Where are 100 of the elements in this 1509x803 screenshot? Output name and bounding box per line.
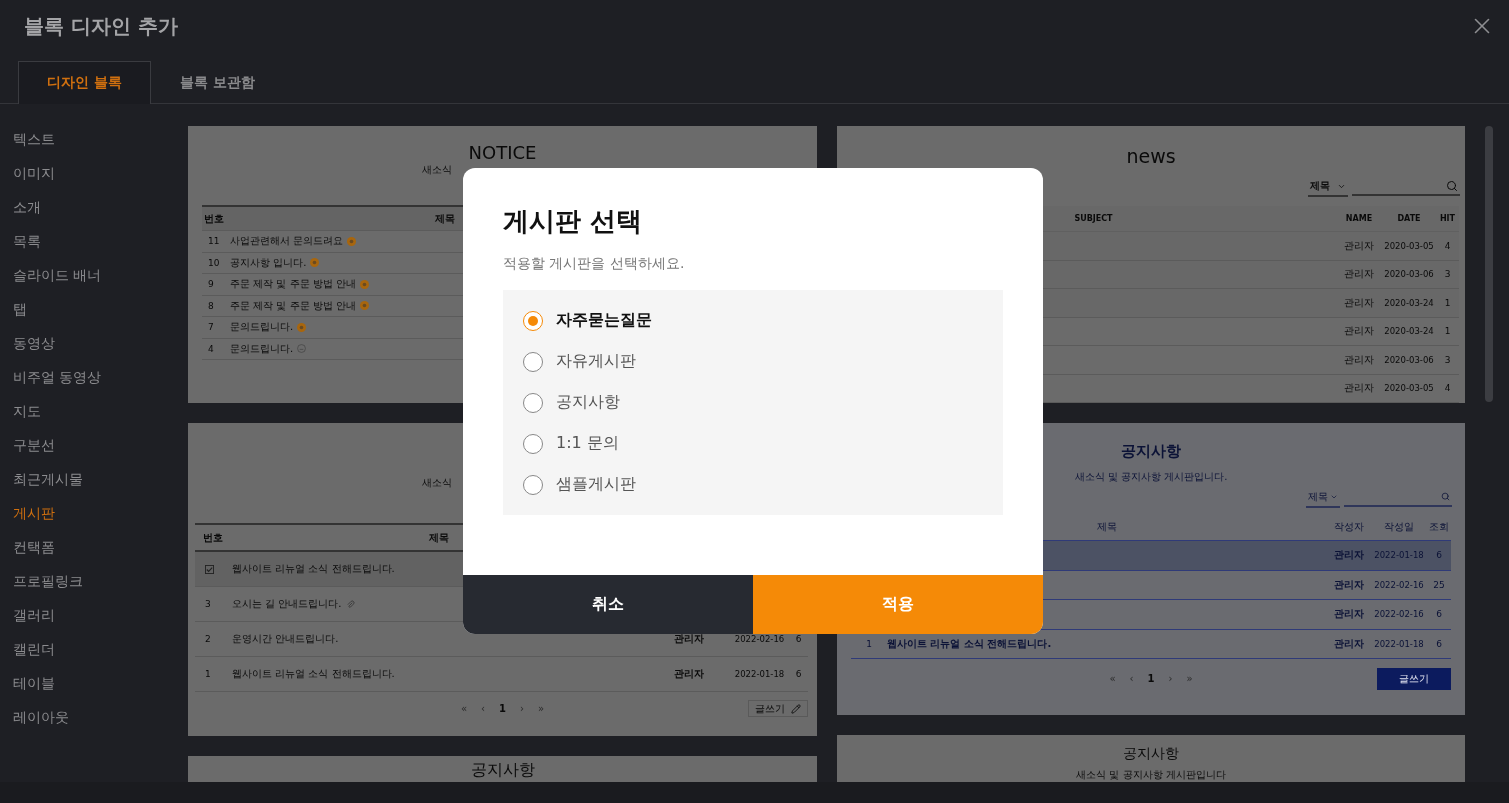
page-link[interactable]: › (520, 703, 524, 714)
radio-button[interactable] (523, 433, 543, 454)
table-cell: 관리자 (1344, 324, 1374, 339)
sidebar-item[interactable]: 갤러리 (13, 599, 55, 633)
table-cell: 문의드립니다. (230, 320, 294, 335)
write-button[interactable]: 글쓰기 (748, 700, 808, 717)
table-cell: 3 (205, 599, 211, 609)
tab[interactable]: 블록 보관함 (150, 61, 284, 104)
sidebar-item[interactable]: 최근게시물 (13, 463, 83, 497)
table-cell: 관리자 (1344, 267, 1374, 282)
board-subtitle: 새소식 및 공지사항 게시판입니다 (1076, 768, 1226, 782)
search-icon (1441, 492, 1450, 501)
board-subtitle: 새소식 및 공지사항 게시판입니다. (1074, 470, 1228, 484)
table-cell: 공지사항 입니다. (230, 255, 307, 270)
search-field[interactable] (1344, 490, 1452, 507)
pencil-icon (791, 703, 801, 714)
radio-button[interactable] (523, 392, 543, 413)
filter-select[interactable]: 제목 (1306, 490, 1340, 508)
table-cell: 관리자 (674, 667, 704, 681)
sidebar-item[interactable]: 레이아웃 (13, 701, 69, 735)
tab[interactable]: 디자인 블록 (18, 61, 151, 104)
column-header: 제목 (1097, 519, 1117, 534)
table-cell: 3 (1444, 269, 1451, 280)
sidebar-item[interactable]: 텍스트 (13, 123, 55, 157)
board-title: news (1126, 145, 1176, 167)
option-label[interactable]: 샘플게시판 (556, 474, 636, 495)
option-label[interactable]: 자유게시판 (556, 351, 636, 372)
page-link[interactable]: › (1168, 673, 1173, 684)
table-cell: 주문 제작 및 주문 방법 안내 (230, 298, 356, 313)
checkbox-icon (205, 564, 214, 574)
window-title: 블록 디자인 추가 (24, 12, 178, 40)
column-header: 조회 (1429, 519, 1449, 534)
sidebar-item[interactable]: 목록 (13, 225, 41, 259)
table-cell: 사업관련해서 문의드려요 (230, 234, 344, 249)
radio-button[interactable] (523, 474, 543, 495)
sidebar-item[interactable]: 탭 (13, 293, 27, 327)
table-cell: 2020-03-06 (1384, 354, 1434, 365)
sidebar-item[interactable]: 프로필링크 (13, 565, 83, 599)
table-cell: 관리자 (1334, 577, 1364, 592)
sidebar-item[interactable]: 동영상 (13, 327, 55, 361)
table-cell: 주문 제작 및 주문 방법 안내 (230, 277, 356, 292)
dialog-title: 게시판 선택 (503, 205, 643, 238)
sidebar-item[interactable]: 이미지 (13, 157, 55, 191)
table-cell: 웹사이트 리뉴얼 소식 전해드립니다. (232, 562, 395, 576)
table-cell: 1 (866, 638, 872, 649)
board-title: 공지사항 (470, 760, 535, 781)
write-button[interactable]: 글쓰기 (1377, 667, 1451, 690)
sidebar-item[interactable]: 컨택폼 (13, 531, 55, 565)
table-cell: 4 (1444, 383, 1451, 394)
column-header: DATE (1397, 214, 1421, 223)
page-link[interactable]: 1 (499, 703, 506, 714)
table-cell: 2 (205, 634, 211, 644)
board-subtitle: 새소식 (422, 163, 452, 177)
page-link[interactable]: 1 (1147, 673, 1155, 684)
table-cell: 오시는 길 안내드립니다. (232, 597, 342, 611)
table-cell: 2022-02-16 (1374, 579, 1424, 590)
table-cell: 관리자 (1344, 352, 1374, 367)
table-cell: 관리자 (1334, 636, 1364, 651)
page-link[interactable]: ‹ (1129, 673, 1134, 684)
table-cell: 2022-01-18 (734, 669, 785, 679)
table-cell: 관리자 (1334, 607, 1364, 622)
table-cell: 2020-03-06 (1384, 269, 1434, 280)
sidebar-item[interactable]: 테이블 (13, 667, 55, 701)
board-subtitle: 새소식 (422, 476, 452, 490)
filter-select[interactable]: 제목 (1308, 179, 1348, 197)
table-cell: 운영시간 안내드립니다. (232, 632, 339, 646)
table-cell: 4 (1444, 240, 1451, 251)
radio-button[interactable] (523, 310, 543, 331)
table-cell: 2020-03-24 (1384, 326, 1434, 337)
page-link[interactable]: ‹ (481, 703, 485, 714)
table-cell: 1 (1444, 297, 1451, 308)
table-cell: 11 (208, 236, 220, 247)
page-link[interactable]: « (1109, 673, 1116, 684)
table-cell: 25 (1433, 579, 1445, 590)
column-header: HIT (1439, 214, 1456, 223)
table-cell: 웹사이트 리뉴얼 소식 전해드립니다. (887, 636, 1052, 651)
page-link[interactable]: » (1186, 673, 1193, 684)
table-cell: 1 (1444, 326, 1451, 337)
sidebar-item[interactable]: 지도 (13, 395, 41, 429)
sidebar-item[interactable]: 슬라이드 배너 (13, 259, 102, 293)
option-label[interactable]: 공지사항 (556, 392, 620, 413)
table-cell: 4 (208, 343, 214, 354)
table-cell: 2022-02-16 (1374, 609, 1424, 620)
sidebar-item[interactable]: 캘린더 (13, 633, 55, 667)
search-field[interactable] (1352, 179, 1460, 196)
sidebar-item[interactable]: 구분선 (13, 429, 55, 463)
column-header: 번호 (204, 211, 224, 226)
sidebar-item[interactable]: 게시판 (13, 497, 55, 531)
table-cell: 3 (1444, 354, 1451, 365)
page-link[interactable]: « (460, 703, 467, 714)
radio-button[interactable] (523, 351, 543, 372)
sidebar-item[interactable]: 비주얼 동영상 (13, 361, 102, 395)
table-cell: 2022-02-16 (734, 634, 785, 644)
sidebar-item[interactable]: 소개 (13, 191, 41, 225)
table-cell: 관리자 (674, 632, 704, 646)
option-label[interactable]: 1:1 문의 (556, 433, 619, 454)
cancel-button[interactable]: 취소 (463, 575, 753, 634)
page-link[interactable]: » (538, 703, 545, 714)
option-label[interactable]: 자주묻는질문 (556, 310, 652, 331)
column-header: 작성일 (1384, 519, 1414, 534)
